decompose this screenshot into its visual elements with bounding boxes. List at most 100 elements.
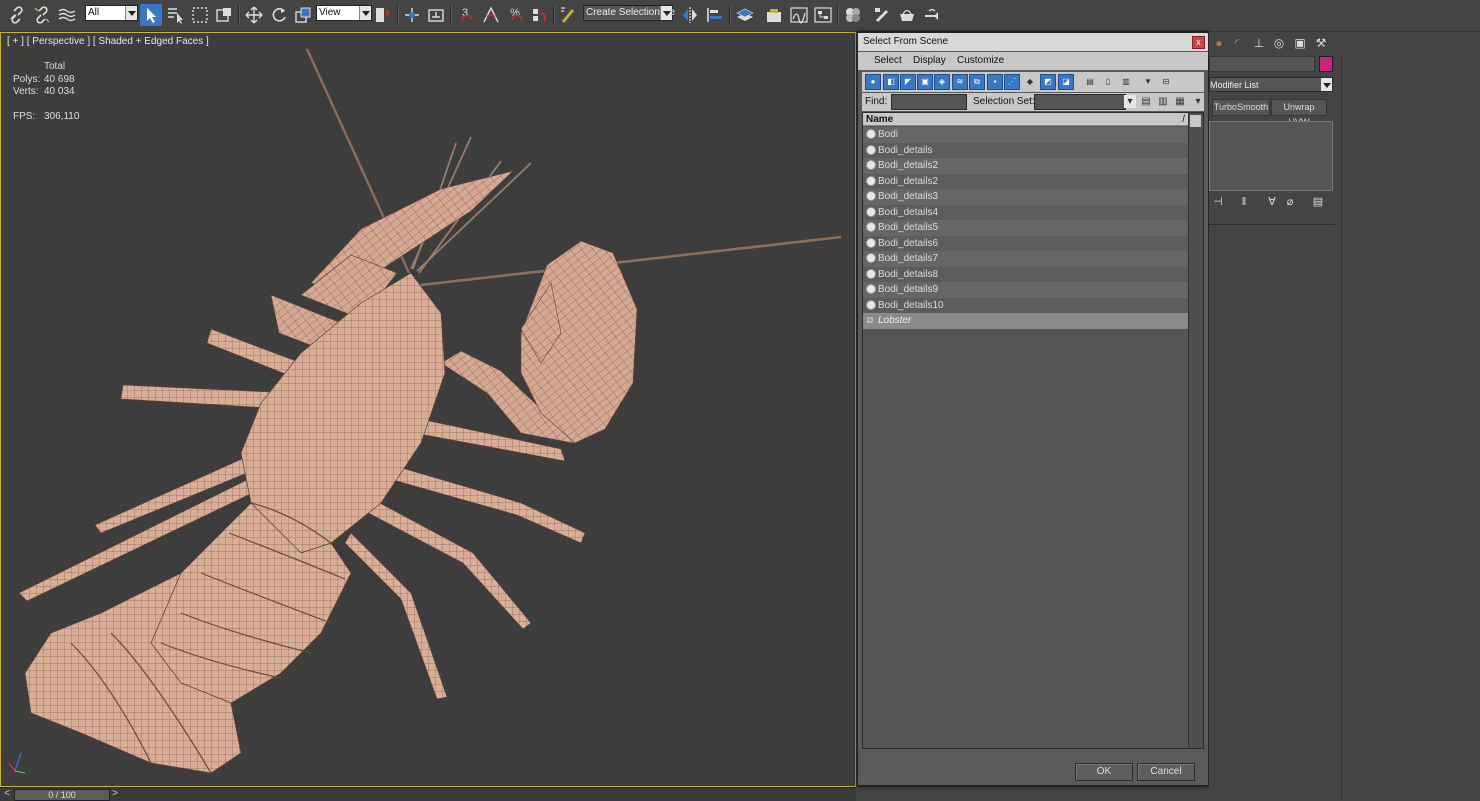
viewport-label[interactable]: [ + ] [ Perspective ] [ Shaded + Edged F… (7, 36, 209, 47)
select-all-in-set-icon[interactable]: ▤ (1140, 95, 1152, 108)
link-icon[interactable] (6, 4, 28, 26)
bind-space-warp-icon[interactable] (56, 4, 78, 26)
move-icon[interactable] (243, 4, 265, 26)
display-containers-icon[interactable]: ◆ (1022, 74, 1038, 90)
list-item[interactable]: Bodi_details2 (863, 158, 1189, 174)
chevron-down-icon[interactable]: ▾ (1124, 95, 1136, 108)
list-item[interactable]: Bodi_details (863, 142, 1189, 158)
list-item[interactable]: Bodi_details10 (863, 297, 1189, 313)
display-groups-icon[interactable]: ⧉ (969, 74, 985, 90)
configure-modifier-sets-icon[interactable]: ▤ (1311, 194, 1325, 210)
invert-display-icon[interactable]: ▥ (1118, 74, 1134, 90)
align-icon[interactable] (704, 4, 726, 26)
find-input[interactable] (891, 94, 967, 110)
spinner-snap-icon[interactable] (528, 4, 550, 26)
list-item[interactable]: Bodi_details7 (863, 251, 1189, 267)
rotate-icon[interactable] (268, 4, 290, 26)
hierarchy-filter-icon[interactable]: ⊟ (1158, 74, 1174, 90)
modifier-list-dropdown[interactable]: Modifier List (1209, 77, 1333, 92)
unwrap-uvw-button[interactable]: Unwrap UVW (1271, 99, 1327, 127)
show-end-result-icon[interactable]: ‖ (1237, 194, 1251, 210)
turbosmooth-button[interactable]: TurboSmooth (1212, 99, 1270, 116)
modifier-stack[interactable] (1209, 121, 1333, 191)
column-header-name[interactable]: Name / (863, 113, 1189, 126)
toggle-scene-explorer-icon[interactable] (763, 4, 785, 26)
create-tab-icon[interactable]: ● (1211, 35, 1227, 51)
edit-named-selection-icon[interactable] (557, 4, 579, 26)
dialog-title[interactable]: Select From Scene (858, 33, 1208, 51)
select-and-manipulate-icon[interactable] (401, 4, 423, 26)
remove-modifier-icon[interactable]: ⌀ (1283, 194, 1297, 210)
make-unique-icon[interactable]: ∀ (1265, 194, 1279, 210)
modify-tab-icon[interactable]: ◜ (1229, 35, 1245, 51)
rectangular-selection-icon[interactable] (189, 4, 211, 26)
material-editor-icon[interactable] (842, 4, 864, 26)
display-tab-icon[interactable]: ▣ (1292, 35, 1308, 51)
display-geometry-icon[interactable]: ● (865, 74, 881, 90)
display-hidden-icon[interactable]: ◪ (1058, 74, 1074, 90)
ok-button[interactable]: OK (1075, 763, 1133, 781)
display-bones-icon[interactable]: ⋰ (1004, 74, 1020, 90)
scale-icon[interactable] (292, 4, 314, 26)
hierarchy-tab-icon[interactable]: ⊥ (1251, 35, 1267, 51)
render-setup-icon[interactable] (871, 4, 893, 26)
object-name-field[interactable] (1209, 56, 1315, 72)
display-cameras-icon[interactable]: ▣ (917, 74, 933, 90)
display-xrefs-icon[interactable]: ▪ (987, 74, 1003, 90)
close-button[interactable]: x (1192, 36, 1205, 49)
rendered-frame-window-icon[interactable] (896, 4, 918, 26)
list-item[interactable]: Bodi_details6 (863, 235, 1189, 251)
display-space-warps-icon[interactable]: ≋ (952, 74, 968, 90)
menu-select[interactable]: Select (874, 55, 902, 66)
named-selection-set-dropdown[interactable]: Create Selection Se (583, 5, 675, 21)
percent-snap-icon[interactable]: % (504, 4, 526, 26)
layer-manager-icon[interactable] (734, 4, 756, 26)
selection-filter-dropdown[interactable]: All (85, 5, 138, 21)
scrollbar-thumb[interactable] (1190, 115, 1201, 127)
list-item[interactable]: Bodi_details9 (863, 282, 1189, 298)
cancel-button[interactable]: Cancel (1137, 763, 1195, 781)
list-item[interactable]: Bodi_details5 (863, 220, 1189, 236)
list-item[interactable]: Bodi_details4 (863, 204, 1189, 220)
select-by-name-button[interactable] (164, 4, 186, 26)
display-lights-icon[interactable]: ◤ (900, 74, 916, 90)
list-item-group[interactable]: ⧉ Lobster (863, 313, 1189, 329)
perspective-viewport[interactable]: [ + ] [ Perspective ] [ Shaded + Edged F… (0, 32, 856, 787)
window-crossing-icon[interactable] (213, 4, 235, 26)
keyboard-shortcut-override-icon[interactable] (425, 4, 447, 26)
list-item[interactable]: Bodi (863, 127, 1189, 143)
render-production-icon[interactable] (921, 4, 943, 26)
list-item[interactable]: Bodi_details8 (863, 266, 1189, 282)
object-color-swatch[interactable] (1319, 56, 1333, 72)
pivot-center-icon[interactable] (372, 4, 394, 26)
unlink-icon[interactable] (31, 4, 53, 26)
list-item[interactable]: Bodi_details3 (863, 189, 1189, 205)
schematic-view-icon[interactable] (812, 4, 834, 26)
display-shapes-icon[interactable]: ◧ (883, 74, 899, 90)
select-none-icon[interactable]: ▥ (1157, 95, 1169, 108)
mirror-icon[interactable] (679, 4, 701, 26)
previous-frame-button[interactable]: < (2, 788, 12, 800)
menu-display[interactable]: Display (913, 55, 946, 66)
display-all-icon[interactable]: ▤ (1082, 74, 1098, 90)
pin-stack-icon[interactable]: ⊣ (1211, 194, 1225, 210)
angle-snap-icon[interactable] (480, 4, 502, 26)
lobster-model[interactable] (1, 33, 856, 787)
display-frozen-icon[interactable]: ◩ (1040, 74, 1056, 90)
reference-coordinate-dropdown[interactable]: View (316, 5, 372, 21)
display-helpers-icon[interactable]: ◈ (934, 74, 950, 90)
list-scrollbar[interactable] (1188, 113, 1203, 748)
options-arrow-icon[interactable]: ▾ (1192, 95, 1204, 108)
next-frame-button[interactable]: > (110, 788, 120, 800)
list-item[interactable]: Bodi_details2 (863, 173, 1189, 189)
select-object-button[interactable] (140, 4, 162, 26)
menu-customize[interactable]: Customize (957, 55, 1004, 66)
motion-tab-icon[interactable]: ◎ (1271, 35, 1287, 51)
selection-set-dropdown[interactable] (1034, 94, 1126, 110)
display-none-icon[interactable]: ▯ (1100, 74, 1116, 90)
select-invert-icon[interactable]: ▦ (1174, 95, 1186, 108)
curve-editor-icon[interactable] (788, 4, 810, 26)
snap-toggle-icon[interactable]: 3 (454, 4, 476, 26)
time-slider[interactable]: 0 / 100 (14, 789, 110, 801)
filter-icon[interactable]: ▼ (1140, 74, 1156, 90)
